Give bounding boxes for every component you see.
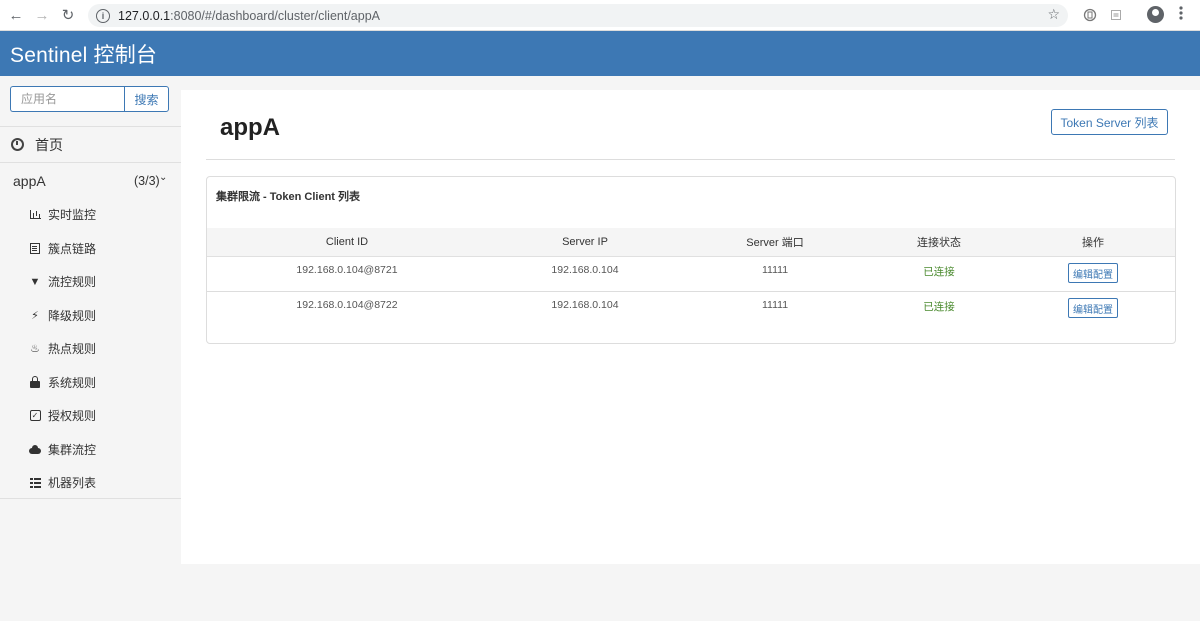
bar-chart-icon	[29, 210, 41, 220]
sidebar-divider	[0, 498, 181, 499]
sidebar-item-degrade-rules[interactable]: ⚡ 降级规则	[0, 299, 181, 333]
column-header-server-ip: Server IP	[562, 236, 608, 248]
sidebar-item-label: 流控规则	[48, 275, 97, 290]
url-path: :8080/#/dashboard/cluster/client/appA	[170, 8, 381, 23]
sidebar-item-hotspot-rules[interactable]: ♨ 热点规则	[0, 332, 181, 366]
sidebar-item-label: 首页	[35, 136, 63, 153]
sidebar-item-flow-rules[interactable]: ▼ 流控规则	[0, 265, 181, 299]
sidebar-item-label: 簇点链路	[48, 241, 97, 256]
main-content: appA Token Server 列表 集群限流 - Token Client…	[181, 90, 1200, 564]
app-search: 搜索	[10, 86, 169, 112]
panel-title: 集群限流 - Token Client 列表	[216, 191, 361, 203]
app-machine-count: (3/3)	[134, 173, 160, 188]
status-badge: 已连接	[923, 266, 955, 278]
sidebar-item-system-rules[interactable]: 系统规则	[0, 366, 181, 400]
sidebar-item-label: 集群流控	[48, 442, 97, 457]
server-port-cell: 11111	[761, 299, 789, 311]
column-header-status: 连接状态	[917, 237, 961, 249]
extension-icon[interactable]	[1081, 6, 1099, 24]
bookmark-star-icon[interactable]: ☆	[1047, 6, 1060, 23]
check-square-icon: ✓	[29, 410, 41, 422]
search-button[interactable]: 搜索	[124, 86, 169, 112]
cloud-icon	[29, 444, 41, 454]
sidebar-item-label: 热点规则	[48, 342, 97, 357]
sidebar-item-machine-list[interactable]: 机器列表	[0, 466, 181, 500]
server-ip-cell: 192.168.0.104	[551, 299, 619, 311]
reload-button[interactable]: ↻	[55, 2, 81, 28]
sidebar-item-realtime-monitor[interactable]: 实时监控	[0, 198, 181, 232]
client-id-cell: 192.168.0.104@8722	[296, 299, 398, 311]
site-info-icon[interactable]: i	[96, 8, 110, 23]
column-header-server-port: Server 端口	[746, 237, 804, 249]
document-icon	[29, 242, 41, 254]
app-header: Sentinel 控制台	[0, 31, 1200, 76]
url-host: 127.0.0.1	[118, 8, 171, 23]
lock-icon	[29, 375, 41, 388]
server-port-cell: 11111	[761, 264, 789, 276]
browser-toolbar: ← → ↻ i 127.0.0.1:8080/#/dashboard/clust…	[0, 0, 1200, 31]
list-icon	[29, 477, 41, 488]
edit-config-button[interactable]: 编辑配置	[1068, 298, 1118, 318]
sidebar-item-label: 系统规则	[48, 375, 97, 390]
sidebar-item-home[interactable]: 首页	[0, 126, 181, 162]
status-badge: 已连接	[923, 301, 955, 313]
app-title[interactable]: Sentinel 控制台	[10, 39, 157, 69]
sidebar-item-authority-rules[interactable]: ✓ 授权规则	[0, 399, 181, 433]
fire-icon: ♨	[30, 343, 40, 356]
dashboard-clock-icon	[11, 138, 24, 151]
table-row: 192.168.0.104@8722 192.168.0.104 11111 已…	[207, 292, 1175, 327]
back-button[interactable]: ←	[3, 2, 29, 28]
edit-config-button[interactable]: 编辑配置	[1068, 263, 1118, 283]
column-header-actions: 操作	[1082, 237, 1104, 249]
token-server-list-button[interactable]: Token Server 列表	[1051, 109, 1168, 135]
page-title: appA	[220, 114, 280, 141]
app-menu: 实时监控 簇点链路 ▼ 流控规则 ⚡ 降级规则 ♨ 热点规则 系统规则 ✓ 授权…	[0, 198, 181, 500]
sidebar-item-label: 降级规则	[48, 308, 97, 323]
table-row: 192.168.0.104@8721 192.168.0.104 11111 已…	[207, 257, 1175, 292]
column-header-client-id: Client ID	[325, 236, 369, 248]
forward-button[interactable]: →	[29, 2, 55, 28]
sidebar-item-label: 实时监控	[48, 208, 97, 223]
sidebar: 搜索 首页 appA (3/3) ⌄ 实时监控 簇点链路 ▼ 流控规则 ⚡ 降级…	[0, 76, 181, 621]
filter-icon: ▼	[29, 275, 41, 288]
sidebar-item-resource-chain[interactable]: 簇点链路	[0, 232, 181, 266]
client-id-cell: 192.168.0.104@8721	[296, 264, 398, 276]
sidebar-app-appA[interactable]: appA (3/3) ⌄	[0, 162, 181, 198]
profile-avatar-icon[interactable]	[1147, 6, 1164, 23]
app-name: appA	[13, 172, 46, 189]
server-ip-cell: 192.168.0.104	[551, 264, 619, 276]
title-divider	[206, 159, 1175, 160]
token-client-panel: 集群限流 - Token Client 列表 Client ID Server …	[206, 176, 1176, 344]
sidebar-item-label: 授权规则	[48, 409, 97, 424]
address-bar[interactable]: i 127.0.0.1:8080/#/dashboard/cluster/cli…	[88, 4, 1068, 27]
sidebar-item-cluster-flow[interactable]: 集群流控	[0, 433, 181, 467]
app-search-input[interactable]	[10, 86, 124, 112]
table-header: Client ID Server IP Server 端口 连接状态 操作	[207, 228, 1175, 257]
lightning-icon: ⚡	[31, 309, 39, 322]
chevron-down-icon[interactable]: ⌄	[159, 172, 167, 183]
extension-icon[interactable]	[1107, 6, 1125, 24]
browser-menu-icon[interactable]	[1179, 6, 1183, 20]
sidebar-item-label: 机器列表	[48, 476, 97, 491]
